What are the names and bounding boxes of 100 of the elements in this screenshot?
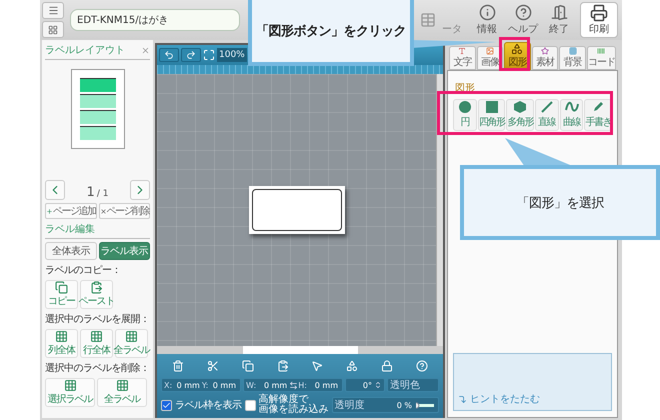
checkbox[interactable] — [161, 400, 172, 410]
shape-button[interactable]: 曲線 — [560, 99, 584, 131]
opacity-field[interactable]: 透明度 0 % — [332, 397, 439, 413]
scissors-icon[interactable] — [207, 360, 220, 372]
grid-icon — [125, 330, 138, 343]
page-total: / 1 — [96, 188, 108, 198]
paste-icon[interactable] — [276, 360, 289, 372]
section-title: ラベル編集 — [45, 223, 95, 236]
link-icon[interactable] — [289, 380, 298, 390]
tab[interactable]: 文字 — [449, 46, 476, 70]
shape-button[interactable]: 四角形 — [478, 99, 506, 131]
next-button[interactable] — [130, 180, 150, 200]
arrow-icon — [458, 394, 467, 404]
label-action-button[interactable]: 行全体 — [80, 329, 113, 358]
checkbox-label: ラベル枠を表示 — [175, 398, 242, 412]
toolbar-button[interactable]: 情報 — [472, 4, 502, 36]
menu-button[interactable] — [42, 2, 64, 19]
section-label: ラベルのコピー： — [45, 264, 122, 277]
toolbar-label: ータ — [442, 23, 462, 36]
field-value: 0 mm — [264, 380, 288, 390]
view-button[interactable]: 全体表示 — [45, 242, 96, 260]
printer-icon — [590, 4, 608, 22]
section-label: 選択中のラベルを展開： — [45, 312, 150, 326]
trash-icon[interactable] — [172, 360, 184, 372]
tab[interactable]: コード — [586, 46, 616, 70]
tab[interactable]: 背景 — [559, 46, 586, 70]
pointer-icon[interactable] — [311, 360, 324, 372]
table-icon[interactable] — [420, 12, 436, 28]
toolbar-button[interactable]: 終了 — [544, 4, 574, 36]
shapes-icon[interactable] — [346, 360, 358, 372]
print-button[interactable]: 印刷 — [580, 2, 618, 38]
callout: 「図形」を選択 — [460, 165, 660, 240]
curve-icon — [564, 101, 579, 113]
x-icon — [100, 208, 106, 214]
angle-field[interactable]: 0° — [345, 378, 385, 392]
vertical-scrollbar[interactable] — [436, 74, 443, 346]
redo-button[interactable] — [181, 48, 201, 62]
size-field[interactable]: W: 0 mm H: 0 mm — [243, 378, 343, 392]
undo-icon — [164, 50, 174, 60]
field-label: Y: — [202, 380, 208, 390]
layout-label[interactable] — [80, 94, 116, 108]
pen-icon — [592, 101, 604, 113]
copy-icon[interactable] — [242, 360, 254, 372]
view-button[interactable]: ラベル表示 — [98, 242, 150, 260]
collapse-hint-link[interactable]: ヒントをたたむ — [458, 392, 540, 406]
label-action-button[interactable]: 列全体 — [45, 329, 78, 358]
square-icon — [486, 101, 498, 113]
section-label: 選択中のラベルを削除： — [45, 362, 150, 375]
undo-button[interactable] — [159, 48, 179, 62]
help-icon[interactable] — [416, 360, 428, 372]
highlight-frame — [499, 37, 530, 71]
zoom-field[interactable]: 100% — [217, 48, 247, 62]
shape-button[interactable]: 円 — [453, 99, 477, 131]
field-value: 0 mm — [176, 380, 200, 390]
label-action-button[interactable]: 選択ラベル — [45, 378, 95, 407]
field-value: 0 % — [396, 400, 412, 410]
delete-page-button[interactable]: ページ削除 — [98, 203, 150, 219]
panel-title: ラベルレイアウト — [45, 44, 125, 57]
horizontal-scrollbar[interactable] — [157, 346, 443, 354]
layout-label[interactable] — [80, 126, 116, 140]
label-action-button[interactable]: 全ラベル — [115, 329, 148, 358]
scrollbar-thumb[interactable] — [242, 346, 358, 354]
opacity-slider[interactable] — [416, 400, 434, 410]
shape-button[interactable]: 多角形 — [506, 99, 534, 131]
checkbox[interactable] — [244, 400, 256, 410]
grid-view-button[interactable] — [42, 21, 64, 38]
position-field[interactable]: X: 0 mm Y: 0 mm — [161, 378, 241, 392]
field-label: W: — [246, 380, 256, 390]
fit-icon[interactable] — [203, 49, 215, 61]
check-icon — [162, 400, 171, 410]
lock-icon[interactable] — [380, 360, 393, 372]
add-page-button[interactable]: ページ追加 — [45, 203, 96, 219]
callout: 「図形ボタン」をクリック — [248, 0, 414, 66]
label-action-button[interactable]: 全ラベル — [97, 378, 147, 407]
background-icon — [566, 47, 579, 55]
layout-label[interactable] — [80, 78, 116, 92]
hexagon-icon — [514, 101, 526, 113]
filename-field[interactable]: EDT-KNM15/はがき — [70, 9, 240, 31]
tab[interactable]: 素材 — [532, 46, 558, 70]
grid-icon — [48, 24, 58, 34]
transparent-color-field[interactable]: 透明色 — [387, 378, 439, 392]
grid-icon — [116, 379, 128, 392]
shape-icon — [511, 43, 524, 55]
info-icon — [478, 4, 496, 21]
stepper-icon[interactable] — [374, 381, 382, 389]
toolbar-button[interactable]: ヘルプ — [508, 4, 538, 36]
grid-icon — [64, 379, 76, 392]
close-icon[interactable] — [141, 46, 150, 54]
label-action-button[interactable]: ペースト — [80, 280, 113, 309]
shape-button[interactable]: 手書き — [584, 99, 612, 131]
layout-label[interactable] — [80, 110, 116, 124]
shape-button[interactable]: 直線 — [534, 99, 559, 131]
code-icon — [595, 47, 608, 55]
image-icon — [484, 47, 496, 55]
grid-icon — [90, 330, 103, 343]
previous-button[interactable] — [45, 180, 65, 200]
page-number: 1 — [86, 184, 95, 200]
label-action-button[interactable]: コピー — [45, 280, 78, 309]
field-value: 0 mm — [212, 380, 236, 390]
circle-icon — [458, 101, 471, 113]
